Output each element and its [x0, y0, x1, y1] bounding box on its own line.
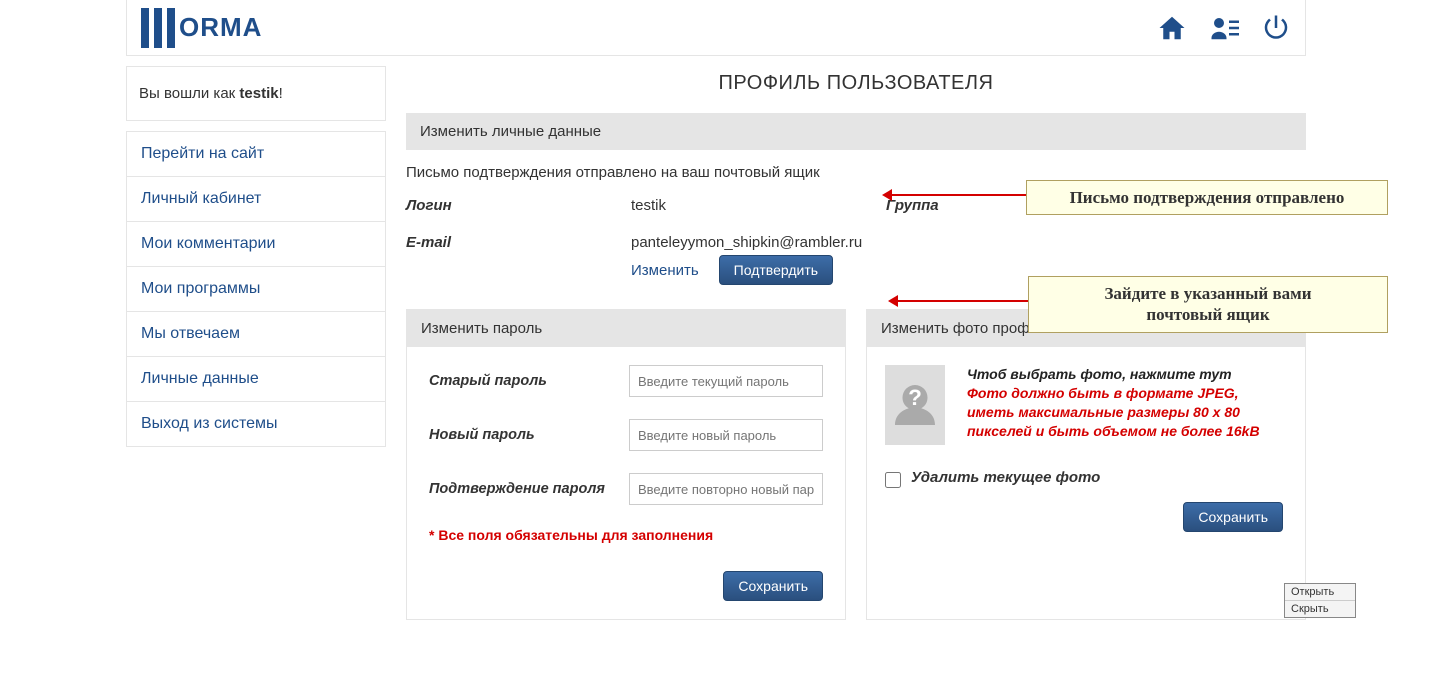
email-value: panteleyymon_shipkin@rambler.ru — [631, 234, 862, 251]
login-prefix: Вы вошли как — [139, 85, 239, 102]
popup-open[interactable]: Открыть — [1285, 584, 1355, 601]
annotation-arrow-1-icon — [886, 194, 1026, 196]
nav-item-answers[interactable]: Мы отвечаем — [127, 312, 385, 357]
nav-item-programs[interactable]: Мои программы — [127, 267, 385, 312]
page-title: ПРОФИЛЬ ПОЛЬЗОВАТЕЛЯ — [406, 72, 1306, 95]
nav-item-personal[interactable]: Личные данные — [127, 357, 385, 402]
confirm-password-label: Подтверждение пароля — [429, 481, 629, 497]
login-label: Логин — [406, 197, 631, 214]
old-password-input[interactable] — [629, 365, 823, 397]
section-personal-header: Изменить личные данные — [406, 113, 1306, 150]
power-icon[interactable] — [1261, 13, 1291, 43]
svg-text:?: ? — [908, 385, 922, 410]
photo-hint[interactable]: Чтоб выбрать фото, нажмите тут — [967, 365, 1287, 384]
annotation-callout-2: Зайдите в указанный вами почтовый ящик — [1028, 276, 1388, 333]
logo-bars-icon — [141, 8, 175, 48]
email-confirm-button[interactable]: Подтвердить — [719, 255, 833, 285]
password-card: Изменить пароль Старый пароль Новый паро… — [406, 309, 846, 620]
confirm-password-input[interactable] — [629, 473, 823, 505]
nav-item-cabinet[interactable]: Личный кабинет — [127, 177, 385, 222]
logo[interactable]: ORMA — [141, 8, 262, 48]
nav-item-logout[interactable]: Выход из системы — [127, 402, 385, 446]
annotation-callout-1: Письмо подтверждения отправлено — [1026, 180, 1388, 215]
user-menu-icon[interactable] — [1209, 13, 1239, 43]
login-user: testik — [239, 85, 278, 102]
nav-item-site[interactable]: Перейти на сайт — [127, 132, 385, 177]
annotation-2-line2: почтовый ящик — [1146, 305, 1269, 324]
avatar-placeholder-icon[interactable]: ? — [885, 365, 945, 445]
new-password-label: Новый пароль — [429, 427, 629, 443]
annotation-2-line1: Зайдите в указанный вами — [1104, 284, 1311, 303]
login-status: Вы вошли как testik! — [126, 66, 386, 121]
login-suffix: ! — [279, 85, 283, 102]
photo-save-button[interactable]: Сохранить — [1183, 502, 1283, 532]
photo-warning: Фото должно быть в формате JPEG, иметь м… — [967, 384, 1287, 441]
nav-item-comments[interactable]: Мои комментарии — [127, 222, 385, 267]
photo-card: Изменить фото профиля ? Чтоб выбрать фот… — [866, 309, 1306, 620]
popup-hide[interactable]: Скрыть — [1285, 601, 1355, 617]
email-change-link[interactable]: Изменить — [631, 262, 699, 279]
bottom-popup: Открыть Скрыть — [1284, 583, 1356, 618]
delete-photo-label: Удалить текущее фото — [911, 469, 1100, 486]
email-label: E-mail — [406, 234, 631, 251]
home-icon[interactable] — [1157, 13, 1187, 43]
logo-text: ORMA — [179, 12, 262, 43]
section-password-header: Изменить пароль — [407, 310, 845, 347]
old-password-label: Старый пароль — [429, 373, 629, 389]
required-note: * Все поля обязательны для заполнения — [429, 527, 823, 543]
delete-photo-checkbox[interactable] — [885, 472, 901, 488]
header: ORMA — [126, 0, 1306, 56]
annotation-arrow-2-icon — [892, 300, 1028, 302]
login-value: testik — [631, 197, 886, 214]
new-password-input[interactable] — [629, 419, 823, 451]
password-save-button[interactable]: Сохранить — [723, 571, 823, 601]
sidebar-nav: Перейти на сайт Личный кабинет Мои комме… — [126, 131, 386, 447]
